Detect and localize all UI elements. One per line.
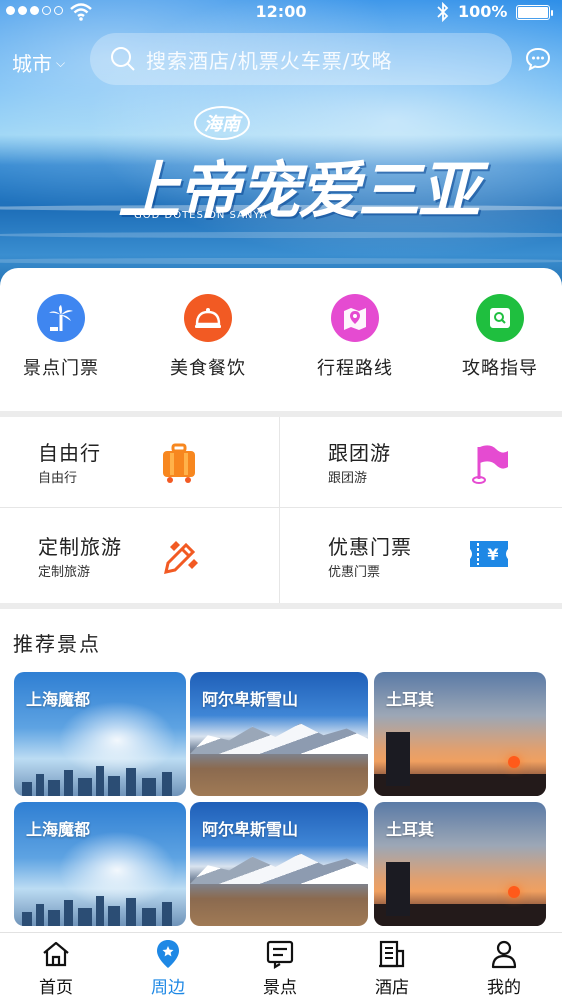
food-dome-icon: [184, 294, 232, 342]
tower-decoration: [386, 732, 410, 786]
search-input[interactable]: 搜索酒店/机票火车票/攻略: [90, 33, 512, 85]
tab-label: 我的: [487, 978, 521, 998]
skyline-decoration: [14, 762, 186, 796]
service-group-tour[interactable]: 跟团游 跟团游: [290, 417, 562, 509]
service-discount-tickets[interactable]: 优惠门票 优惠门票 ¥: [290, 511, 562, 603]
grid-divider-horizontal: [0, 507, 562, 508]
hotel-icon: [379, 940, 405, 968]
tab-attractions[interactable]: 景点: [224, 939, 336, 998]
banner-subtitle: GOD DOTES ON SANYA: [134, 210, 268, 221]
service-subtitle: 定制旅游: [38, 565, 91, 580]
bottom-tab-bar: 首页 周边 景点 酒店 我的: [0, 932, 562, 999]
service-grid: 自由行 自由行 跟团游 跟团游 定制旅游 定制旅游 优惠门票 优惠门票 ¥: [0, 417, 562, 603]
tower-decoration: [386, 862, 410, 916]
tab-label: 景点: [263, 978, 297, 998]
sun-decoration: [508, 886, 520, 898]
battery-icon: [516, 5, 553, 20]
quick-entry-guide[interactable]: 攻略指导: [440, 294, 560, 380]
grid-divider-vertical: [279, 417, 280, 603]
ticket-icon: ¥: [470, 541, 508, 567]
quick-entry-label: 攻略指导: [462, 358, 538, 379]
quick-entry-itinerary[interactable]: 行程路线: [295, 294, 415, 380]
sun-decoration: [508, 756, 520, 768]
mountain-decoration: [190, 723, 368, 754]
quick-entry-tickets[interactable]: 景点门票: [1, 294, 121, 380]
home-icon: [43, 941, 69, 967]
city-label: 城市: [12, 52, 52, 76]
attraction-name: 上海魔都: [26, 820, 91, 839]
quick-entry-label: 行程路线: [317, 358, 393, 379]
tab-nearby[interactable]: 周边: [112, 939, 224, 998]
location-icon: [157, 940, 179, 968]
service-subtitle: 自由行: [38, 471, 78, 486]
service-subtitle: 跟团游: [328, 471, 368, 486]
attraction-name: 阿尔卑斯雪山: [202, 820, 299, 839]
quick-entry-card: 景点门票 美食餐饮 行程路线 攻略指导: [0, 268, 562, 411]
service-custom-travel[interactable]: 定制旅游 定制旅游: [0, 511, 280, 603]
status-bar: 12:00 100%: [0, 0, 562, 26]
search-placeholder: 搜索酒店/机票火车票/攻略: [146, 48, 393, 73]
attraction-card[interactable]: 土耳其: [374, 672, 546, 796]
tab-label: 首页: [39, 978, 73, 998]
service-title: 定制旅游: [38, 535, 122, 559]
guide-map-icon: [476, 294, 524, 342]
palm-tree-icon: [37, 294, 85, 342]
skyline-decoration: [14, 892, 186, 926]
banner-title-group: 海南 上帝宠爱三亚 GOD DOTES ON SANYA: [118, 106, 480, 230]
luggage-icon: [163, 443, 195, 483]
map-pin-icon: [331, 294, 379, 342]
section-divider: [0, 603, 562, 609]
attraction-icon: [266, 940, 294, 969]
tab-home[interactable]: 首页: [0, 939, 112, 998]
attraction-card[interactable]: 阿尔卑斯雪山: [190, 672, 368, 796]
tab-label: 周边: [151, 978, 185, 998]
tab-hotels[interactable]: 酒店: [336, 939, 448, 998]
mountain-decoration: [190, 853, 368, 884]
service-subtitle: 优惠门票: [328, 565, 381, 580]
attraction-card[interactable]: 阿尔卑斯雪山: [190, 802, 368, 926]
wave-decoration: [0, 232, 562, 238]
attraction-card[interactable]: 上海魔都: [14, 672, 186, 796]
recommended-title: 推荐景点: [13, 632, 101, 656]
svg-text:¥: ¥: [487, 545, 498, 564]
tab-profile[interactable]: 我的: [448, 939, 560, 998]
flag-icon: [472, 445, 508, 484]
wave-decoration: [0, 258, 562, 264]
attraction-name: 土耳其: [386, 690, 435, 709]
banner-tag: 海南: [194, 106, 250, 140]
message-icon[interactable]: [525, 47, 551, 71]
search-icon: [111, 47, 135, 71]
attraction-card[interactable]: 土耳其: [374, 802, 546, 926]
pencil-icon: [164, 541, 198, 574]
quick-entry-food[interactable]: 美食餐饮: [148, 294, 268, 380]
service-free-travel[interactable]: 自由行 自由行: [0, 417, 280, 509]
chevron-down-icon: ⌵: [56, 56, 66, 70]
app-root: 海南 上帝宠爱三亚 GOD DOTES ON SANYA 12:00 100% …: [0, 0, 562, 999]
user-icon: [491, 940, 517, 969]
service-title: 自由行: [38, 441, 101, 465]
battery-percent: 100%: [458, 2, 508, 21]
attraction-name: 土耳其: [386, 820, 435, 839]
attraction-card[interactable]: 上海魔都: [14, 802, 186, 926]
attraction-name: 阿尔卑斯雪山: [202, 690, 299, 709]
bluetooth-icon: [437, 2, 449, 22]
attraction-name: 上海魔都: [26, 690, 91, 709]
service-title: 优惠门票: [328, 535, 412, 559]
service-title: 跟团游: [328, 441, 391, 465]
city-selector[interactable]: 城市 ⌵: [12, 48, 65, 77]
quick-entry-label: 美食餐饮: [170, 358, 246, 379]
quick-entry-label: 景点门票: [23, 358, 99, 379]
tab-label: 酒店: [375, 978, 409, 998]
